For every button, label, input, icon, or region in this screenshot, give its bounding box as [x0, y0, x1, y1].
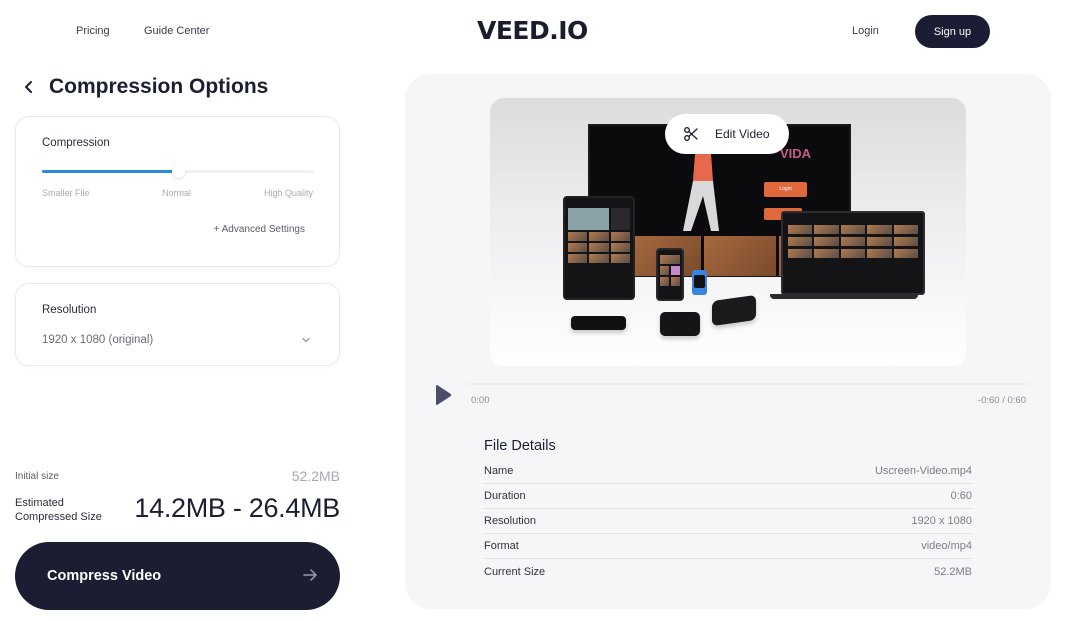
- preview-laptop-base: [770, 294, 918, 299]
- edit-video-label: Edit Video: [715, 127, 770, 141]
- file-details-table: Name Uscreen-Video.mp4 Duration 0:60 Res…: [484, 459, 972, 584]
- initial-size-label: Initial size: [15, 471, 59, 482]
- estimated-size-label: Estimated Compressed Size: [15, 497, 102, 524]
- nav-link-pricing[interactable]: Pricing: [76, 25, 110, 37]
- preview-roku-box: [712, 294, 756, 327]
- remaining-total-time: -0:60 / 0:60: [977, 395, 1026, 406]
- scissors-icon: [684, 127, 698, 141]
- detail-value: 52.2MB: [934, 565, 972, 578]
- detail-row-duration: Duration 0:60: [484, 484, 972, 509]
- estimated-label-line1: Estimated: [15, 497, 64, 509]
- preview-tablet-device: [563, 196, 635, 300]
- detail-row-name: Name Uscreen-Video.mp4: [484, 459, 972, 484]
- detail-key: Resolution: [484, 515, 536, 527]
- login-link[interactable]: Login: [852, 25, 879, 37]
- estimated-size-value: 14.2MB - 26.4MB: [134, 493, 340, 523]
- back-chevron-icon[interactable]: [22, 78, 36, 96]
- slider-thumb[interactable]: [172, 165, 185, 178]
- compress-video-button[interactable]: Compress Video: [15, 542, 340, 610]
- detail-key: Format: [484, 540, 519, 552]
- compression-card: Compression Smaller File Normal High Qua…: [15, 116, 340, 267]
- file-details-title: File Details: [484, 438, 556, 454]
- preview-phone-device: [656, 248, 684, 301]
- preview-watch-device: [692, 270, 707, 295]
- slider-label-smaller-file: Smaller File: [42, 188, 90, 198]
- preview-login-button: Login: [764, 182, 807, 197]
- advanced-settings-link[interactable]: + Advanced Settings: [214, 224, 305, 235]
- detail-value: video/mp4: [921, 540, 972, 552]
- initial-size-value: 52.2MB: [291, 468, 340, 484]
- resolution-card[interactable]: Resolution 1920 x 1080 (original): [15, 283, 340, 366]
- detail-key: Name: [484, 465, 514, 477]
- detail-value: 0:60: [950, 490, 972, 502]
- resolution-label: Resolution: [42, 304, 97, 316]
- signup-button[interactable]: Sign up: [915, 15, 990, 48]
- play-icon[interactable]: [434, 384, 452, 406]
- video-preview[interactable]: Edit Video VIDA Login: [490, 98, 966, 366]
- video-progress-bar[interactable]: [470, 383, 1026, 385]
- veed-logo[interactable]: VEED.IO: [477, 16, 588, 45]
- current-time: 0:00: [471, 395, 490, 406]
- compression-slider[interactable]: [42, 165, 314, 178]
- preview-panel: Edit Video VIDA Login 0:00 -0:60 / 0:60 …: [405, 74, 1051, 609]
- preview-laptop-device: [781, 211, 925, 295]
- detail-value: 1920 x 1080: [911, 515, 972, 527]
- slider-label-high-quality: High Quality: [263, 188, 313, 198]
- compression-label: Compression: [42, 137, 110, 149]
- arrow-right-icon: [303, 569, 317, 581]
- detail-key: Current Size: [484, 565, 546, 578]
- detail-key: Duration: [484, 490, 526, 502]
- preview-streaming-stick: [571, 316, 626, 330]
- detail-value: Uscreen-Video.mp4: [874, 465, 972, 477]
- detail-row-format: Format video/mp4: [484, 534, 972, 559]
- detail-row-resolution: Resolution 1920 x 1080: [484, 509, 972, 534]
- preview-brand-text: VIDA: [780, 146, 812, 161]
- nav-link-guide-center[interactable]: Guide Center: [144, 25, 209, 37]
- slider-label-normal: Normal: [162, 188, 192, 198]
- resolution-select[interactable]: 1920 x 1080 (original): [42, 334, 153, 346]
- compress-video-label: Compress Video: [47, 568, 162, 584]
- estimated-label-line2: Compressed Size: [15, 510, 102, 523]
- detail-row-current-size: Current Size 52.2MB: [484, 559, 972, 584]
- page-title: Compression Options: [49, 75, 269, 98]
- edit-video-button[interactable]: Edit Video: [665, 114, 789, 154]
- chevron-down-icon[interactable]: [301, 336, 311, 344]
- slider-fill: [42, 170, 178, 173]
- preview-apple-tv-box: [660, 312, 700, 336]
